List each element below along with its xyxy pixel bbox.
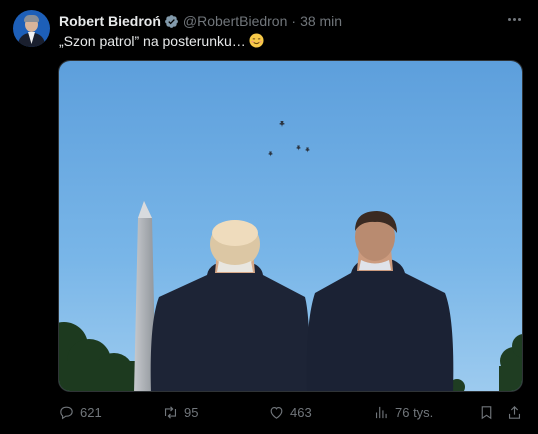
reply-count: 621 bbox=[80, 404, 102, 420]
separator-dot: · bbox=[291, 13, 297, 29]
avatar[interactable] bbox=[13, 10, 50, 47]
tweet-text: „Szon patrol” na posterunku… bbox=[59, 33, 246, 49]
tweet-photo[interactable] bbox=[58, 60, 523, 392]
reply-icon bbox=[60, 406, 73, 419]
tweet[interactable]: Robert Biedroń @RobertBiedron · 38 min „… bbox=[0, 0, 538, 434]
verified-badge-icon[interactable] bbox=[164, 14, 179, 29]
tweet-text-line: „Szon patrol” na posterunku… bbox=[59, 32, 264, 50]
author-handle[interactable]: @RobertBiedron bbox=[183, 13, 288, 29]
author-name[interactable]: Robert Biedroń bbox=[59, 13, 161, 29]
like-button[interactable]: 463 bbox=[268, 402, 312, 422]
bookmark-icon bbox=[481, 405, 492, 419]
reply-button[interactable]: 621 bbox=[58, 402, 102, 422]
views-count: 76 tys. bbox=[395, 404, 434, 420]
repost-count: 95 bbox=[184, 404, 199, 420]
tweet-header: Robert Biedroń @RobertBiedron · 38 min bbox=[59, 12, 342, 30]
relaxed-face-emoji-icon bbox=[249, 33, 264, 48]
tweet-timestamp[interactable]: 38 min bbox=[300, 13, 342, 29]
like-count: 463 bbox=[290, 404, 312, 420]
tweet-actions: 621 95 463 76 tys. bbox=[58, 402, 524, 422]
repost-button[interactable]: 95 bbox=[162, 402, 198, 422]
share-icon bbox=[508, 405, 521, 419]
bookmark-button[interactable] bbox=[478, 402, 495, 422]
repost-icon bbox=[164, 405, 177, 419]
share-button[interactable] bbox=[506, 402, 523, 422]
views-icon bbox=[375, 406, 387, 418]
like-icon bbox=[270, 406, 283, 419]
views-button[interactable]: 76 tys. bbox=[373, 402, 433, 422]
more-icon[interactable] bbox=[504, 12, 524, 26]
